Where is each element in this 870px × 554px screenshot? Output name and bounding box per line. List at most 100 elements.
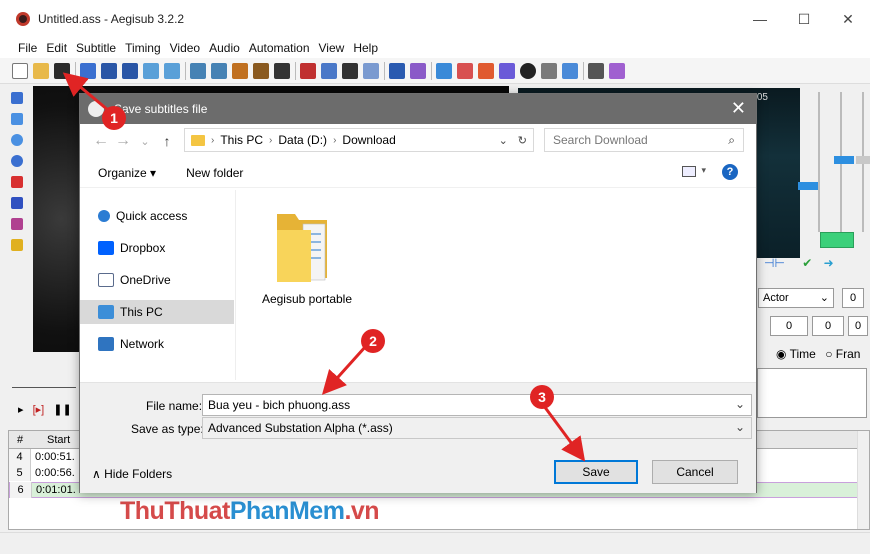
chevron-down-icon[interactable]: ⌄: [735, 397, 745, 411]
new-folder-button[interactable]: New folder: [186, 166, 243, 180]
attachments-icon[interactable]: [253, 62, 269, 79]
menu-video[interactable]: Video: [170, 41, 200, 55]
subtitle-text-edit[interactable]: [757, 368, 867, 418]
jump-end-icon[interactable]: [122, 62, 138, 79]
margin-vertical-field[interactable]: 0: [848, 316, 868, 336]
volume-slider-thumb[interactable]: [834, 156, 854, 164]
address-bar[interactable]: › This PC › Data (D:) › Download ⌄ ↻: [184, 128, 534, 152]
margin-right-field[interactable]: 0: [812, 316, 844, 336]
file-list[interactable]: Aegisub portable: [237, 190, 756, 380]
kanji-timer-icon[interactable]: [478, 62, 494, 79]
save-type-select[interactable]: Advanced Substation Alpha (*.ass) ⌄: [202, 417, 752, 439]
find-icon[interactable]: [190, 62, 206, 79]
automation-icon[interactable]: [300, 62, 316, 79]
rotate-z-icon[interactable]: [11, 134, 23, 146]
chevron-down-icon[interactable]: ⌄: [735, 420, 745, 434]
properties-icon[interactable]: [321, 62, 337, 79]
rotate-xy-icon[interactable]: [11, 155, 23, 167]
standard-tool-icon[interactable]: [11, 92, 23, 104]
zoom-video-icon[interactable]: [143, 62, 159, 79]
play-line-icon[interactable]: [▸]: [33, 404, 45, 416]
shift-times-icon[interactable]: [436, 62, 452, 79]
frame-radio-icon[interactable]: ○: [825, 347, 832, 361]
new-file-icon[interactable]: [12, 62, 28, 79]
join-icon[interactable]: ⊣⊢: [764, 256, 785, 270]
nav-item-quick-access[interactable]: Quick access: [80, 204, 234, 228]
nav-item-this-pc[interactable]: This PC: [80, 300, 234, 324]
file-name-input[interactable]: Bua yeu - bich phuong.ass ⌄: [202, 394, 752, 416]
margin-left-field[interactable]: 0: [770, 316, 808, 336]
grid-scrollbar[interactable]: [857, 431, 869, 529]
time-radio-icon[interactable]: ◉: [776, 347, 786, 361]
visual-typesetting-icon[interactable]: [499, 62, 515, 79]
menu-help[interactable]: Help: [353, 41, 378, 55]
search-input[interactable]: Search Download ⌕: [544, 128, 744, 152]
close-button[interactable]: ✕: [826, 0, 870, 38]
breadcrumb-this-pc[interactable]: This PC: [220, 133, 263, 147]
address-dropdown-icon[interactable]: ⌄: [499, 134, 508, 147]
video-details-icon[interactable]: [164, 62, 180, 79]
clock-icon[interactable]: [520, 62, 536, 79]
drag-tool-icon[interactable]: [11, 113, 23, 125]
menu-edit[interactable]: Edit: [46, 41, 67, 55]
nav-item-onedrive[interactable]: OneDrive: [80, 268, 234, 292]
jump-video-icon[interactable]: [80, 62, 96, 79]
view-options-icon[interactable]: [682, 166, 696, 177]
menu-timing[interactable]: Timing: [125, 41, 161, 55]
video-seek-bar[interactable]: [12, 374, 76, 388]
commit-audio-button[interactable]: [820, 232, 854, 248]
zoom-slider-track[interactable]: [818, 92, 820, 232]
forward-arrow-icon[interactable]: →: [112, 132, 134, 150]
layer-field[interactable]: 0: [842, 288, 864, 308]
save-button[interactable]: Save: [554, 460, 638, 484]
play-icon[interactable]: ▸: [18, 404, 24, 416]
jump-start-icon[interactable]: [101, 62, 117, 79]
menu-file[interactable]: File: [18, 41, 37, 55]
translation-icon[interactable]: [389, 62, 405, 79]
refresh-icon[interactable]: ↻: [518, 134, 527, 147]
assistant-icon[interactable]: [410, 62, 426, 79]
spellcheck-icon[interactable]: [562, 62, 578, 79]
frame-radio-label[interactable]: Fran: [836, 347, 861, 361]
view-dropdown-icon[interactable]: ▾: [701, 165, 706, 176]
minimize-button[interactable]: —: [738, 0, 782, 38]
styles-manager-icon[interactable]: [232, 62, 248, 79]
up-arrow-icon[interactable]: ↑: [156, 133, 178, 149]
zoom-slider-thumb[interactable]: [798, 182, 818, 190]
recent-locations-icon[interactable]: ⌄: [134, 135, 156, 148]
scale-tool-icon[interactable]: [11, 176, 23, 188]
script-info-icon[interactable]: [541, 62, 557, 79]
resample-icon[interactable]: [363, 62, 379, 79]
breadcrumb-download[interactable]: Download: [342, 133, 395, 147]
open-file-icon[interactable]: [33, 62, 49, 79]
replace-icon[interactable]: [211, 62, 227, 79]
nav-item-network[interactable]: Network: [80, 332, 234, 356]
actor-combo[interactable]: Actor ⌄: [758, 288, 834, 308]
menu-automation[interactable]: Automation: [249, 41, 310, 55]
pause-icon[interactable]: ❚❚: [53, 404, 71, 416]
organize-button[interactable]: Organize ▾: [98, 166, 156, 180]
vector-clip-icon[interactable]: [11, 218, 23, 230]
fonts-collector-icon[interactable]: [274, 62, 290, 79]
help-tool-icon[interactable]: [11, 239, 23, 251]
back-arrow-icon[interactable]: ←: [90, 132, 112, 150]
vzoom-slider-thumb[interactable]: [856, 156, 870, 164]
save-file-icon[interactable]: [54, 62, 70, 79]
search-icon[interactable]: ⌕: [728, 133, 735, 148]
timing-postprocessor-icon[interactable]: [457, 62, 473, 79]
menu-subtitle[interactable]: Subtitle: [76, 41, 116, 55]
pen-icon[interactable]: [342, 62, 358, 79]
nav-item-dropbox[interactable]: Dropbox: [80, 236, 234, 260]
cancel-button[interactable]: Cancel: [652, 460, 738, 484]
clip-tool-icon[interactable]: [11, 197, 23, 209]
next-icon[interactable]: ➜: [824, 256, 834, 270]
hide-folders-button[interactable]: ∧ Hide Folders: [92, 467, 172, 481]
time-radio-label[interactable]: Time: [790, 347, 816, 361]
commit-icon[interactable]: ✔: [802, 256, 812, 270]
menu-audio[interactable]: Audio: [209, 41, 240, 55]
breadcrumb-data-d[interactable]: Data (D:): [278, 133, 327, 147]
karaoke-icon[interactable]: [609, 62, 625, 79]
dialog-close-button[interactable]: ✕: [731, 98, 746, 119]
maximize-button[interactable]: ☐: [782, 0, 826, 38]
tools-icon[interactable]: [588, 62, 604, 79]
